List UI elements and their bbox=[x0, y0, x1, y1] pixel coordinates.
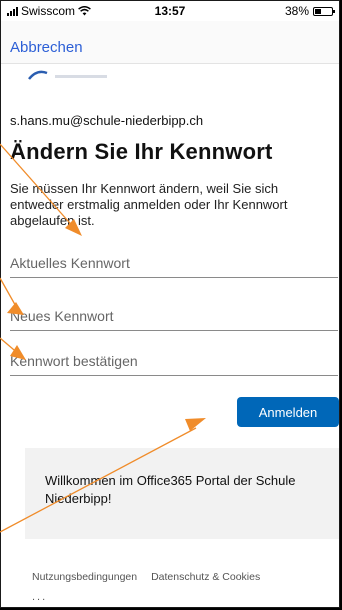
confirm-password-input[interactable] bbox=[10, 347, 338, 375]
privacy-link[interactable]: Datenschutz & Cookies bbox=[151, 571, 260, 583]
status-bar: Swisscom 13:57 38% bbox=[1, 1, 339, 21]
school-logo bbox=[28, 70, 107, 80]
sign-in-button[interactable]: Anmelden bbox=[237, 397, 339, 427]
phone-screen: Swisscom 13:57 38% Abbrechen s.hans.mu@s… bbox=[0, 0, 340, 608]
more-options-button[interactable]: ... bbox=[32, 591, 47, 603]
current-password-field[interactable] bbox=[10, 249, 338, 278]
nav-bar: Abbrechen bbox=[1, 21, 339, 64]
cancel-button[interactable]: Abbrechen bbox=[10, 39, 83, 56]
new-password-input[interactable] bbox=[10, 302, 338, 330]
terms-link[interactable]: Nutzungsbedingungen bbox=[32, 571, 137, 583]
page-title: Ändern Sie Ihr Kennwort bbox=[10, 139, 273, 164]
status-right: 38% bbox=[284, 4, 335, 18]
welcome-banner: Willkommen im Office365 Portal der Schul… bbox=[25, 448, 339, 539]
confirm-password-field[interactable] bbox=[10, 347, 338, 376]
new-password-field[interactable] bbox=[10, 302, 338, 331]
page-description: Sie müssen Ihr Kennwort ändern, weil Sie… bbox=[10, 181, 288, 228]
battery-icon bbox=[313, 6, 335, 16]
account-email: s.hans.mu@schule-niederbipp.ch bbox=[10, 113, 204, 128]
current-password-input[interactable] bbox=[10, 249, 338, 277]
welcome-text: Willkommen im Office365 Portal der Schul… bbox=[45, 473, 296, 506]
battery-percent: 38% bbox=[284, 4, 309, 18]
footer-links: Nutzungsbedingungen Datenschutz & Cookie… bbox=[32, 571, 260, 583]
